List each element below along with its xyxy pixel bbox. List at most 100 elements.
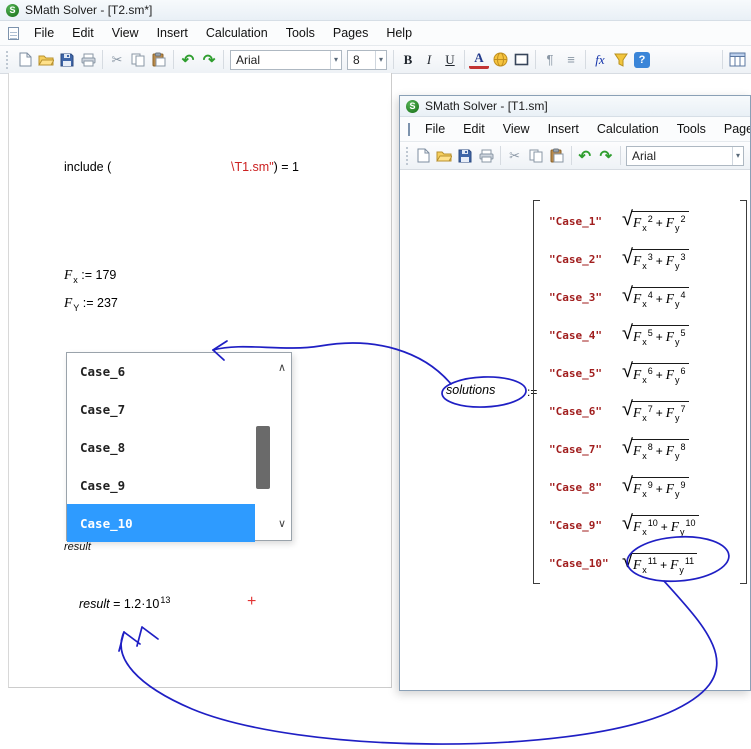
matrix-bracket-right (740, 200, 747, 584)
copy-icon (529, 149, 543, 163)
sqrt-expression: √Fx5+Fy5 (622, 325, 689, 345)
variable-name: F (64, 267, 72, 282)
insertion-cursor: + (247, 593, 256, 611)
chevron-down-icon: ▾ (732, 147, 743, 165)
dropdown-item-case_9[interactable]: Case_9 (67, 466, 255, 504)
toolbar-grip (406, 147, 408, 165)
paste-button[interactable] (547, 144, 567, 167)
matrix-row: "Case_8" √Fx9+Fy9 (540, 468, 740, 506)
sqrt-expression: √Fx6+Fy6 (622, 363, 689, 383)
sqrt-expression: √Fx10+Fy10 (622, 515, 699, 535)
case-label: "Case_9" (549, 519, 615, 532)
variable-subscript: Y (73, 303, 79, 313)
case-label: "Case_4" (549, 329, 615, 342)
menu-item-view[interactable]: View (494, 119, 539, 139)
sqrt-expression: √Fx3+Fy3 (622, 249, 689, 269)
sqrt-expression: √Fx11+Fy11 (622, 553, 697, 573)
matrix-bracket-left (533, 200, 540, 584)
matrix-row: "Case_7" √Fx8+Fy8 (540, 430, 740, 468)
include-keyword: include ( (64, 160, 111, 174)
cut-button[interactable]: ✂ (505, 144, 525, 167)
case-label: "Case_6" (549, 405, 615, 418)
sqrt-expression: √Fx2+Fy2 (622, 211, 689, 231)
copy-button[interactable] (526, 144, 546, 167)
variable-value: 237 (97, 296, 118, 310)
variable-subscript: x (73, 275, 78, 285)
case-label: "Case_1" (549, 215, 615, 228)
equals-operator: = (113, 597, 120, 611)
dropdown-item-case_8[interactable]: Case_8 (67, 429, 255, 467)
t1-toolbar: ✂ ↶ ↷ Arial ▾ (400, 142, 750, 170)
case-label: "Case_5" (549, 367, 615, 380)
expand-arrow-icon[interactable]: ∨ (278, 519, 286, 530)
menu-item-insert[interactable]: Insert (539, 119, 588, 139)
t1-menubar: FileEditViewInsertCalculationToolsPages (400, 117, 750, 142)
matrix-row: "Case_4" √Fx5+Fy5 (540, 316, 740, 354)
dropdown-item-case_7[interactable]: Case_7 (67, 391, 255, 429)
variable-value: 179 (96, 268, 117, 282)
new-icon (417, 148, 430, 163)
case-label: "Case_2" (549, 253, 615, 266)
t1-window-title: SMath Solver - [T1.sm] (425, 99, 548, 113)
matrix-row: "Case_2" √Fx3+Fy3 (540, 240, 740, 278)
solutions-name[interactable]: solutions (446, 383, 495, 397)
new-button[interactable] (413, 144, 433, 167)
matrix-row: "Case_9" √Fx10+Fy10 (540, 506, 740, 544)
undo-icon: ↶ (579, 147, 592, 165)
include-region[interactable]: include ( (64, 160, 111, 174)
include-path-region[interactable]: \T1.sm") = 1 (231, 160, 299, 174)
result-equation[interactable]: result = 1.2·1013 (79, 597, 170, 611)
solutions-matrix[interactable]: "Case_1" √Fx2+Fy2 "Case_2" √Fx3+Fy3 "Case_3"… (533, 200, 747, 584)
sqrt-expression: √Fx8+Fy8 (622, 439, 689, 459)
matrix-rows: "Case_1" √Fx2+Fy2 "Case_2" √Fx3+Fy3 "Case_3"… (540, 200, 740, 584)
matrix-row: "Case_1" √Fx2+Fy2 (540, 202, 740, 240)
dropdown-scrollbar[interactable]: ∧ ∨ (253, 353, 291, 540)
save-button[interactable] (455, 144, 475, 167)
menu-item-calculation[interactable]: Calculation (588, 119, 668, 139)
menu-item-pages[interactable]: Pages (715, 119, 751, 139)
save-icon (458, 149, 472, 163)
include-result: ) = 1 (274, 160, 299, 174)
assign-operator: := (81, 268, 92, 282)
result-value: 1.2·10 (124, 597, 159, 611)
result-label: result (64, 541, 91, 553)
menu-item-edit[interactable]: Edit (454, 119, 494, 139)
result-exponent: 13 (160, 595, 170, 605)
case-label: "Case_3" (549, 291, 615, 304)
menu-item-file[interactable]: File (416, 119, 454, 139)
case-label: "Case_7" (549, 443, 615, 456)
fy-definition[interactable]: FY := 237 (64, 295, 118, 311)
fx-definition[interactable]: Fx := 179 (64, 267, 116, 283)
dropdown-item-case_10[interactable]: Case_10 (67, 504, 255, 542)
font-family-select[interactable]: Arial ▾ (626, 146, 744, 166)
case-label: "Case_10" (549, 557, 615, 570)
undo-button[interactable]: ↶ (575, 144, 595, 167)
menu-item-tools[interactable]: Tools (668, 119, 715, 139)
scrollbar-thumb[interactable] (256, 426, 270, 489)
redo-button[interactable]: ↷ (596, 144, 616, 167)
document-icon (408, 123, 410, 136)
t1-window: S SMath Solver - [T1.sm] FileEditViewIns… (399, 95, 751, 691)
matrix-row: "Case_10" √Fx11+Fy11 (540, 544, 740, 582)
redo-icon: ↷ (600, 147, 613, 165)
t1-titlebar[interactable]: S SMath Solver - [T1.sm] (400, 96, 750, 117)
dropdown-item-case_6[interactable]: Case_6 (67, 353, 255, 391)
t1-worksheet: solutions := "Case_1"√Fx2+Fy2"Case_2"√Fx… (400, 172, 750, 690)
print-button[interactable] (476, 144, 496, 167)
sqrt-expression: √Fx7+Fy7 (622, 401, 689, 421)
matrix-row: "Case_3"√Fx4+Fy4 (540, 278, 740, 316)
open-folder-icon (436, 149, 452, 162)
matrix-row: "Case_5" √Fx6+Fy6 (540, 354, 740, 392)
t1-menu: FileEditViewInsertCalculationToolsPages (416, 119, 751, 139)
open-button[interactable] (434, 144, 454, 167)
case-dropdown[interactable]: Case_6Case_7Case_8Case_9Case_10 ∧ ∨ (66, 352, 292, 541)
case-label: "Case_8" (549, 481, 615, 494)
scissors-icon: ✂ (509, 148, 520, 164)
variable-name: F (64, 295, 72, 310)
result-name: result (79, 597, 110, 611)
include-path: \T1.sm" (231, 160, 274, 174)
assign-operator: := (83, 296, 94, 310)
matrix-row: "Case_6" √Fx7+Fy7 (540, 392, 740, 430)
sqrt-expression: √Fx9+Fy9 (622, 477, 689, 497)
collapse-arrow-icon[interactable]: ∧ (278, 363, 286, 374)
